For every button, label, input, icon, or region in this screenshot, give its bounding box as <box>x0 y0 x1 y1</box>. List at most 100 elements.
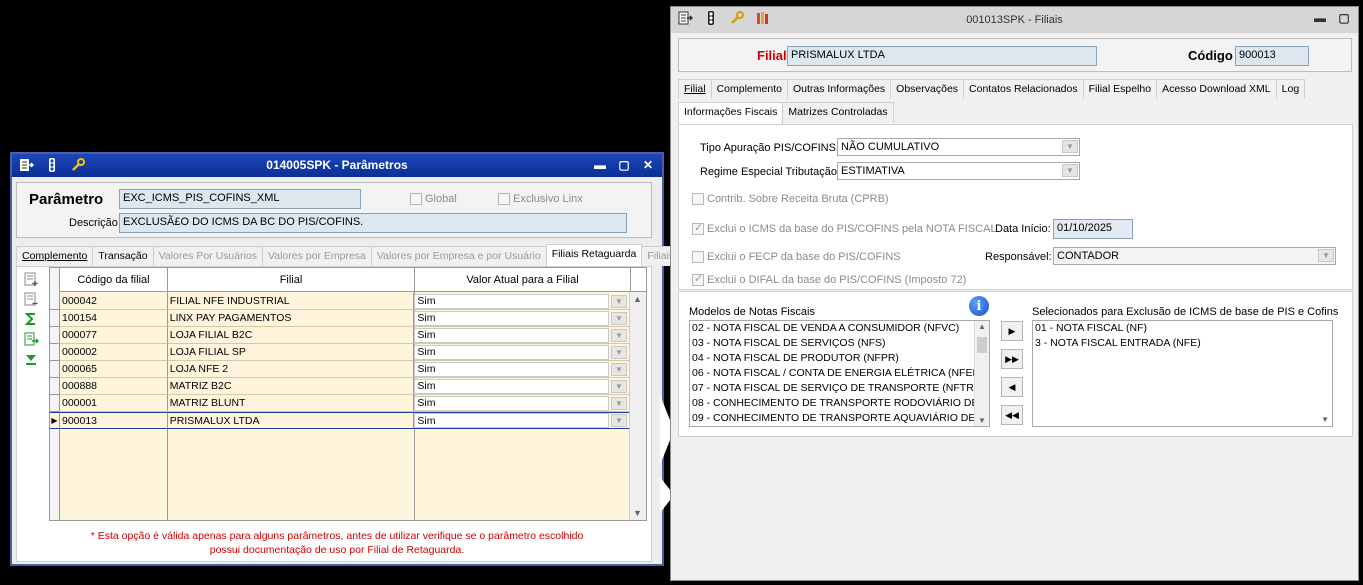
chevron-down-icon[interactable]: ▼ <box>611 396 627 410</box>
tab-filial-espelho[interactable]: Filial Espelho <box>1082 79 1158 99</box>
data-inicio-field[interactable]: 01/10/2025 <box>1053 219 1133 239</box>
cell-codigo[interactable]: 000042 <box>59 293 168 310</box>
modelos-list[interactable]: 02 - NOTA FISCAL DE VENDA A CONSUMIDOR (… <box>689 320 990 427</box>
responsavel-select[interactable]: CONTADOR ▼ <box>1053 247 1336 265</box>
cell-valor-select[interactable]: Sim ▼ <box>414 310 630 327</box>
tab-observacoes[interactable]: Observações <box>890 79 965 99</box>
selecionados-list[interactable]: 01 - NOTA FISCAL (NF) 3 - NOTA FISCAL ENT… <box>1032 320 1333 427</box>
chevron-down-icon[interactable]: ▼ <box>1321 415 1329 424</box>
tab-transacao[interactable]: Transação <box>92 246 154 266</box>
table-row[interactable]: 000077 LOJA FILIAL B2C Sim ▼ <box>50 327 630 344</box>
table-row[interactable]: ▶ 900013 PRISMALUX LTDA Sim ▼ <box>50 412 630 429</box>
chevron-down-icon[interactable]: ▼ <box>611 311 627 325</box>
maximize-button[interactable]: ▢ <box>1336 10 1352 25</box>
close-button[interactable]: ✕ <box>640 157 656 172</box>
cell-filial[interactable]: FILIAL NFE INDUSTRIAL <box>167 293 415 310</box>
chevron-down-icon[interactable]: ▼ <box>611 345 627 359</box>
list-item[interactable]: 07 - NOTA FISCAL DE SERVIÇO DE TRANSPORT… <box>690 381 989 396</box>
chevron-down-icon[interactable]: ▼ <box>611 414 627 427</box>
cell-codigo[interactable]: 000065 <box>59 361 168 378</box>
maximize-button[interactable]: ▢ <box>616 157 632 172</box>
descricao-field[interactable]: EXCLUSÃ£O DO ICMS DA BC DO PIS/COFINS. <box>119 213 627 233</box>
scroll-thumb[interactable] <box>977 337 987 353</box>
tab-informacoes-fiscais[interactable]: Informações Fiscais <box>678 102 784 124</box>
move-down-icon[interactable] <box>23 351 39 367</box>
cprb-checkbox[interactable]: Contrib. Sobre Receita Bruta (CPRB) <box>692 193 889 205</box>
list-item[interactable]: 03 - NOTA FISCAL DE SERVIÇOS (NFS) <box>690 336 989 351</box>
table-row[interactable]: 100154 LINX PAY PAGAMENTOS Sim ▼ <box>50 310 630 327</box>
list-item[interactable]: 08 - CONHECIMENTO DE TRANSPORTE RODOVIÁR… <box>690 396 989 411</box>
cell-filial[interactable]: PRISMALUX LTDA <box>167 412 415 429</box>
regime-select[interactable]: ESTIMATIVA ▼ <box>837 162 1080 180</box>
scroll-up-icon[interactable]: ▲ <box>978 322 986 331</box>
remove-row-icon[interactable] <box>23 291 39 307</box>
cell-valor-select[interactable]: Sim ▼ <box>414 378 630 395</box>
cell-codigo[interactable]: 000077 <box>59 327 168 344</box>
cell-codigo[interactable]: 000001 <box>59 395 168 412</box>
cell-codigo[interactable]: 100154 <box>59 310 168 327</box>
tab-valores-por-usuarios[interactable]: Valores Por Usuários <box>152 246 264 266</box>
cell-valor-select[interactable]: Sim ▼ <box>414 412 630 429</box>
cell-valor-select[interactable]: Sim ▼ <box>414 344 630 361</box>
scroll-down-icon[interactable]: ▼ <box>633 508 642 518</box>
col-codigo-filial[interactable]: Código da filial <box>60 268 168 292</box>
cell-valor-select[interactable]: Sim ▼ <box>414 293 630 310</box>
add-all-button[interactable]: ▶▶ <box>1001 349 1023 369</box>
scroll-up-icon[interactable]: ▲ <box>633 294 642 304</box>
sum-icon[interactable] <box>23 311 39 327</box>
cell-valor-select[interactable]: Sim ▼ <box>414 327 630 344</box>
minimize-button[interactable]: ▬ <box>592 157 608 172</box>
col-filial[interactable]: Filial <box>168 268 415 292</box>
list-item[interactable]: 02 - NOTA FISCAL DE VENDA A CONSUMIDOR (… <box>690 321 989 336</box>
tab-filial[interactable]: Filial <box>678 79 712 99</box>
cell-valor-select[interactable]: Sim ▼ <box>414 361 630 378</box>
filiais-titlebar[interactable]: 001013SPK - Filiais ▬ ▢ <box>671 7 1358 33</box>
chevron-down-icon[interactable]: ▼ <box>611 379 627 393</box>
chevron-down-icon[interactable]: ▼ <box>611 294 627 308</box>
grid-vertical-scrollbar[interactable]: ▲ ▼ <box>629 292 646 520</box>
list-item[interactable]: 04 - NOTA FISCAL DE PRODUTOR (NFPR) <box>690 351 989 366</box>
tab-filiais-retaguarda[interactable]: Filiais Retaguarda <box>545 244 643 266</box>
tab-matrizes-controladas[interactable]: Matrizes Controladas <box>782 102 894 122</box>
info-icon[interactable]: i <box>969 296 989 316</box>
cell-filial[interactable]: MATRIZ B2C <box>167 378 415 395</box>
chevron-down-icon[interactable]: ▼ <box>611 328 627 342</box>
cell-filial[interactable]: LOJA NFE 2 <box>167 361 415 378</box>
tab-log[interactable]: Log <box>1275 79 1306 99</box>
tab-contatos-relacionados[interactable]: Contatos Relacionados <box>963 79 1084 99</box>
exclui-difal-checkbox[interactable]: Exclui o DIFAL da base do PIS/COFINS (Im… <box>692 272 966 286</box>
col-valor-atual[interactable]: Valor Atual para a Filial <box>415 268 631 292</box>
cell-codigo[interactable]: 900013 <box>59 412 168 429</box>
minimize-button[interactable]: ▬ <box>1312 10 1328 25</box>
cell-valor-select[interactable]: Sim ▼ <box>414 395 630 412</box>
parametro-field[interactable]: EXC_ICMS_PIS_COFINS_XML <box>119 189 361 209</box>
tab-outras-informacoes[interactable]: Outras Informações <box>786 79 892 99</box>
table-row[interactable]: 000065 LOJA NFE 2 Sim ▼ <box>50 361 630 378</box>
table-row[interactable]: 000001 MATRIZ BLUNT Sim ▼ <box>50 395 630 412</box>
export-grid-icon[interactable] <box>23 331 39 347</box>
codigo-field[interactable]: 900013 <box>1235 46 1309 66</box>
tab-acesso-download-xml[interactable]: Acesso Download XML <box>1156 79 1277 99</box>
table-row[interactable]: 000888 MATRIZ B2C Sim ▼ <box>50 378 630 395</box>
list-item[interactable]: 09 - CONHECIMENTO DE TRANSPORTE AQUAVIÁR… <box>690 411 989 426</box>
global-checkbox[interactable]: Global <box>410 193 457 205</box>
exclui-fecp-checkbox[interactable]: Exclui o FECP da base do PIS/COFINS <box>692 251 901 263</box>
list-item[interactable]: 3 - NOTA FISCAL ENTRADA (NFE) <box>1033 336 1332 351</box>
table-row[interactable]: 000002 LOJA FILIAL SP Sim ▼ <box>50 344 630 361</box>
chevron-down-icon[interactable]: ▼ <box>611 362 627 376</box>
tab-complemento[interactable]: Complemento <box>16 246 94 266</box>
add-row-icon[interactable] <box>23 271 39 287</box>
tab-complemento[interactable]: Complemento <box>710 79 788 99</box>
remove-selected-button[interactable]: ◀ <box>1001 377 1023 397</box>
cell-filial[interactable]: LOJA FILIAL SP <box>167 344 415 361</box>
table-row[interactable]: 000042 FILIAL NFE INDUSTRIAL Sim ▼ <box>50 293 630 310</box>
cell-filial[interactable]: MATRIZ BLUNT <box>167 395 415 412</box>
cell-filial[interactable]: LOJA FILIAL B2C <box>167 327 415 344</box>
filial-field[interactable]: PRISMALUX LTDA <box>787 46 1097 66</box>
scroll-down-icon[interactable]: ▼ <box>978 416 986 425</box>
tab-valores-empresa-usuario[interactable]: Valores por Empresa e por Usuário <box>370 246 547 266</box>
list-item[interactable]: 06 - NOTA FISCAL / CONTA DE ENERGIA ELÉT… <box>690 366 989 381</box>
remove-all-button[interactable]: ◀◀ <box>1001 405 1023 425</box>
cell-codigo[interactable]: 000002 <box>59 344 168 361</box>
exclui-icms-checkbox[interactable]: Exclui o ICMS da base do PIS/COFINS pela… <box>692 221 997 235</box>
